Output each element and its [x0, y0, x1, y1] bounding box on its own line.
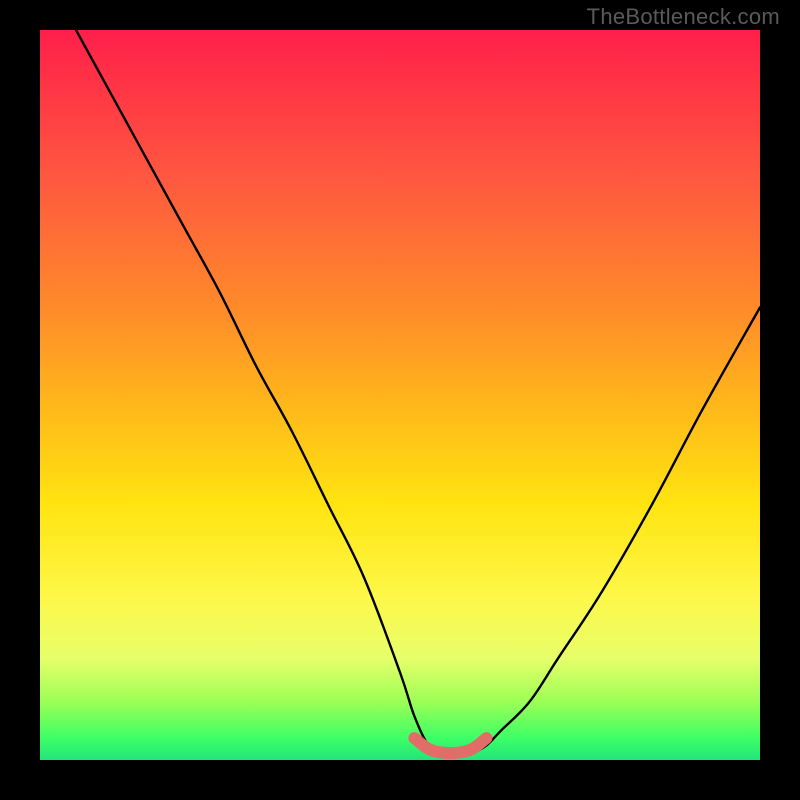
plot-area [40, 30, 760, 760]
optimal-zone-marker [414, 738, 486, 753]
curve-layer [40, 30, 760, 760]
watermark-text: TheBottleneck.com [587, 4, 780, 30]
chart-frame: TheBottleneck.com [0, 0, 800, 800]
bottleneck-curve [76, 30, 760, 753]
